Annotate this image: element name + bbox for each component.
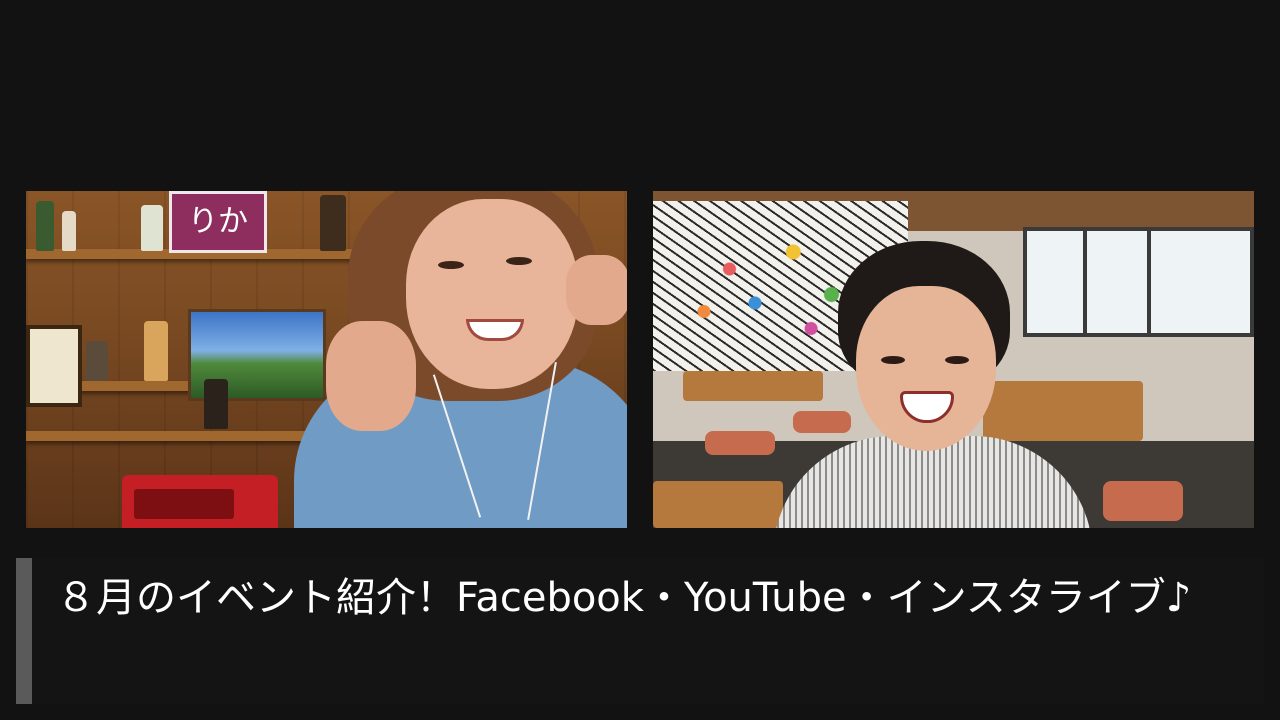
person-face: [856, 286, 996, 451]
bottle: [62, 211, 76, 251]
canister: [86, 341, 108, 381]
eye: [945, 356, 969, 364]
bottle: [36, 201, 54, 251]
windows: [1023, 227, 1254, 337]
framed-picture: [26, 325, 82, 407]
eye: [506, 257, 532, 265]
toaster-oven: [122, 475, 278, 528]
bottle: [141, 205, 163, 251]
participant-video-left[interactable]: りか: [26, 191, 627, 528]
eye: [881, 356, 905, 364]
bottle: [320, 195, 346, 251]
canister: [144, 321, 168, 381]
eye: [438, 261, 464, 269]
hand-left: [326, 321, 416, 431]
chair: [705, 431, 775, 455]
wooden-table: [653, 481, 783, 528]
participant-video-right[interactable]: [653, 191, 1254, 528]
hand-right: [566, 255, 627, 325]
wooden-table: [983, 381, 1143, 441]
wooden-table: [683, 371, 823, 401]
person-face: [406, 199, 578, 389]
video-stage: りか ８月のイベント紹介！Facebook・YouTube・インスタライブ♪: [0, 0, 1280, 720]
store-sign: りか: [169, 191, 267, 253]
lower-shelf: [26, 431, 316, 441]
chair: [1103, 481, 1183, 521]
caption-text: ８月のイベント紹介！Facebook・YouTube・インスタライブ♪: [56, 575, 1192, 621]
chair: [793, 411, 851, 433]
kettle: [204, 379, 228, 429]
